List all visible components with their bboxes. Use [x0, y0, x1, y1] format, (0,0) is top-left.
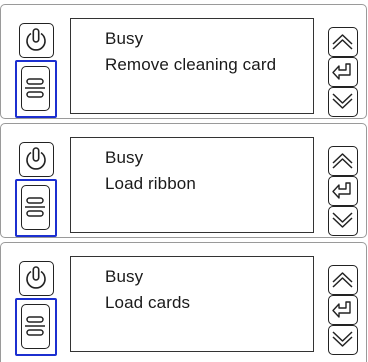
power-button[interactable] [19, 23, 54, 58]
printer-panel-1: Busy Remove cleaning card [0, 4, 367, 119]
down-button[interactable] [328, 325, 358, 355]
message-text: Load cards [105, 293, 191, 312]
enter-icon [332, 301, 351, 318]
menu-button[interactable] [21, 66, 50, 111]
up-button[interactable] [328, 265, 358, 295]
menu-button-highlighted[interactable] [15, 179, 57, 237]
menu-button[interactable] [21, 185, 50, 230]
status-text: Busy [105, 148, 144, 167]
chevron-up-icon [332, 34, 353, 50]
printer-panel-2: Busy Load ribbon [0, 123, 367, 238]
lcd-display: Busy Load ribbon [70, 137, 314, 233]
printer-panel-3: Busy Load cards [0, 242, 367, 362]
menu-icon [25, 316, 45, 336]
enter-button[interactable] [328, 176, 358, 206]
chevron-up-icon [332, 153, 353, 169]
status-text: Busy [105, 267, 144, 286]
power-icon [26, 266, 46, 289]
menu-icon [25, 78, 45, 98]
chevron-down-icon [332, 331, 353, 347]
chevron-up-icon [332, 272, 353, 288]
enter-button[interactable] [328, 295, 358, 325]
status-text: Busy [105, 29, 144, 48]
power-icon [26, 28, 46, 51]
power-icon [26, 147, 46, 170]
menu-button[interactable] [21, 304, 50, 349]
chevron-down-icon [332, 212, 353, 228]
message-text: Load ribbon [105, 174, 196, 193]
menu-button-highlighted[interactable] [15, 60, 57, 118]
chevron-down-icon [332, 93, 353, 109]
message-text: Remove cleaning card [105, 55, 277, 74]
up-button[interactable] [328, 27, 358, 57]
down-button[interactable] [328, 87, 358, 117]
enter-icon [332, 63, 351, 80]
menu-button-highlighted[interactable] [15, 298, 57, 356]
up-button[interactable] [328, 146, 358, 176]
lcd-display: Busy Remove cleaning card [70, 18, 314, 114]
power-button[interactable] [19, 261, 54, 296]
enter-button[interactable] [328, 57, 358, 87]
lcd-display: Busy Load cards [70, 256, 314, 352]
enter-icon [332, 182, 351, 199]
power-button[interactable] [19, 142, 54, 177]
menu-icon [25, 197, 45, 217]
down-button[interactable] [328, 206, 358, 236]
